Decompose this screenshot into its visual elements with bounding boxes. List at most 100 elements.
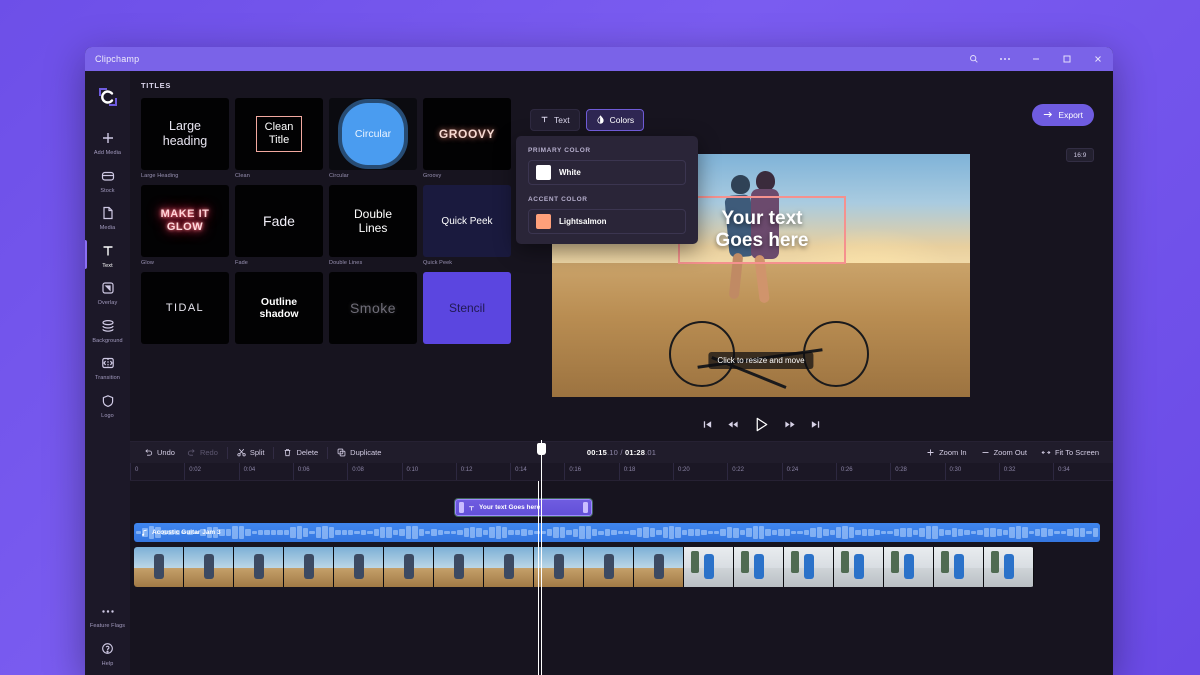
trim-handle-left[interactable]: [459, 502, 464, 513]
title-thumbnail[interactable]: Fade: [235, 185, 323, 257]
export-label: Export: [1058, 110, 1083, 120]
accent-color-picker[interactable]: Lightsalmon: [528, 209, 686, 234]
title-card-clean[interactable]: Clean Title Clean: [235, 98, 323, 179]
delete-button[interactable]: Delete: [277, 446, 324, 459]
timeline-ruler[interactable]: 0 0:02 0:04 0:06 0:08 0:10 0:12 0:14 0:16 0:18 0:2…: [130, 463, 1113, 481]
title-thumbnail[interactable]: Quick Peek: [423, 185, 511, 257]
title-card-tidal[interactable]: TIDAL: [141, 272, 229, 347]
clean-title-frame: Clean Title: [255, 116, 303, 152]
ruler-tick: 0:28: [890, 463, 907, 480]
sidebar-item-logo[interactable]: Logo: [85, 386, 130, 424]
text-overlay-selection[interactable]: Your text Goes here: [678, 196, 846, 264]
zoom-in-button[interactable]: Zoom In: [920, 446, 973, 459]
redo-button[interactable]: Redo: [181, 446, 224, 459]
playhead[interactable]: [538, 481, 539, 675]
title-card-quick-peek[interactable]: Quick Peek Quick Peek: [423, 185, 511, 266]
ruler-tick-label: 0:28: [895, 467, 907, 473]
split-button[interactable]: Split: [231, 446, 271, 459]
title-preview-text: Double Lines: [353, 207, 393, 235]
zoom-out-button[interactable]: Zoom Out: [975, 446, 1033, 459]
title-card-circular[interactable]: Circular Circular: [329, 98, 417, 179]
more-options-icon[interactable]: [989, 47, 1020, 71]
title-card-groovy[interactable]: GROOVY Groovy: [423, 98, 511, 179]
redo-label: Redo: [199, 448, 218, 457]
title-preview-text: Stencil: [448, 301, 486, 315]
title-thumbnail[interactable]: Smoke: [329, 272, 417, 344]
ruler-tick-label: 0:06: [297, 467, 310, 473]
title-thumbnail[interactable]: Large heading: [141, 98, 229, 170]
title-bar: Clipchamp: [85, 47, 1113, 71]
text-icon: [540, 115, 549, 126]
resize-hint: Click to resize and move: [708, 352, 814, 369]
tab-colors[interactable]: Colors: [585, 109, 645, 131]
main-area: TITLES Large heading Large Heading Clean…: [130, 71, 1113, 675]
total-frames: .01: [645, 448, 657, 457]
audio-clip[interactable]: Acoustic Guitar Jam 3: [134, 523, 1100, 542]
duplicate-button[interactable]: Duplicate: [331, 446, 387, 459]
aspect-ratio-badge[interactable]: 16:9: [1066, 148, 1094, 162]
undo-button[interactable]: Undo: [138, 446, 181, 459]
primary-color-picker[interactable]: White: [528, 160, 686, 185]
sidebar-item-background[interactable]: Background: [85, 311, 130, 349]
title-thumbnail[interactable]: TIDAL: [141, 272, 229, 344]
sidebar-item-transition[interactable]: Transition: [85, 348, 130, 386]
playback-controls: [552, 411, 970, 437]
title-card-double-lines[interactable]: Double Lines Double Lines: [329, 185, 417, 266]
video-frame-thumbnail: [684, 547, 734, 587]
minimize-icon[interactable]: [1020, 47, 1051, 71]
search-icon[interactable]: [958, 47, 989, 71]
title-thumbnail[interactable]: Clean Title: [235, 98, 323, 170]
playhead-line[interactable]: [537, 440, 546, 675]
title-card-stencil[interactable]: Stencil: [423, 272, 511, 347]
sidebar-item-stock[interactable]: Stock: [85, 161, 130, 199]
sidebar-item-overlay[interactable]: Overlay: [85, 273, 130, 311]
split-label: Split: [249, 448, 265, 457]
title-card-glow[interactable]: MAKE IT GLOW Glow: [141, 185, 229, 266]
ruler-tick-label: 0:16: [569, 467, 582, 473]
toolbar-divider: [226, 446, 228, 459]
maximize-icon[interactable]: [1051, 47, 1082, 71]
app-body: Add Media Stock Media Text Overlay Backg…: [85, 71, 1113, 675]
accent-color-value: Lightsalmon: [559, 217, 607, 226]
ruler-tick-label: 0: [135, 467, 139, 473]
sidebar-item-media[interactable]: Media: [85, 198, 130, 236]
title-card-smoke[interactable]: Smoke: [329, 272, 417, 347]
rewind-icon[interactable]: [727, 419, 739, 430]
tab-colors-label: Colors: [609, 115, 635, 125]
sidebar-item-feature-flags[interactable]: Feature Flags: [85, 596, 130, 634]
text-clip[interactable]: Your text Goes here: [455, 499, 592, 516]
title-thumbnail[interactable]: GROOVY: [423, 98, 511, 170]
clipchamp-logo-icon[interactable]: [94, 83, 122, 111]
video-clip[interactable]: [134, 547, 1034, 587]
title-thumbnail[interactable]: MAKE IT GLOW: [141, 185, 229, 257]
export-button[interactable]: Export: [1032, 104, 1094, 126]
primary-color-value: White: [559, 168, 581, 177]
video-frame-thumbnail: [134, 547, 184, 587]
fast-forward-icon[interactable]: [784, 419, 796, 430]
fit-to-screen-button[interactable]: Fit To Screen: [1035, 446, 1105, 459]
title-card-large-heading[interactable]: Large heading Large Heading: [141, 98, 229, 179]
sidebar-item-help[interactable]: Help: [85, 634, 130, 675]
play-icon[interactable]: [753, 416, 770, 433]
current-frames: .10: [607, 448, 619, 457]
skip-end-icon[interactable]: [810, 419, 821, 430]
title-thumbnail[interactable]: Circular: [329, 98, 417, 170]
sidebar-item-add-media[interactable]: Add Media: [85, 123, 130, 161]
title-caption: Large Heading: [141, 173, 179, 179]
title-thumbnail[interactable]: Outline shadow: [235, 272, 323, 344]
tab-text[interactable]: Text: [530, 109, 580, 131]
trim-handle-right[interactable]: [583, 502, 588, 513]
audio-clip-label: Acoustic Guitar Jam 3: [152, 529, 221, 536]
ruler-tick-label: 0:32: [1003, 467, 1016, 473]
sidebar-item-text[interactable]: Text: [85, 236, 130, 274]
title-card-fade[interactable]: Fade Fade: [235, 185, 323, 266]
ruler-tick-label: 0:10: [406, 467, 419, 473]
circle-shape: Circular: [342, 103, 404, 165]
title-caption: Groovy: [423, 173, 442, 179]
double-lines-group: Double Lines: [354, 203, 392, 239]
close-icon[interactable]: [1082, 47, 1113, 71]
title-card-outline-shadow[interactable]: Outline shadow: [235, 272, 323, 347]
skip-start-icon[interactable]: [702, 419, 713, 430]
title-thumbnail[interactable]: Double Lines: [329, 185, 417, 257]
title-thumbnail[interactable]: Stencil: [423, 272, 511, 344]
